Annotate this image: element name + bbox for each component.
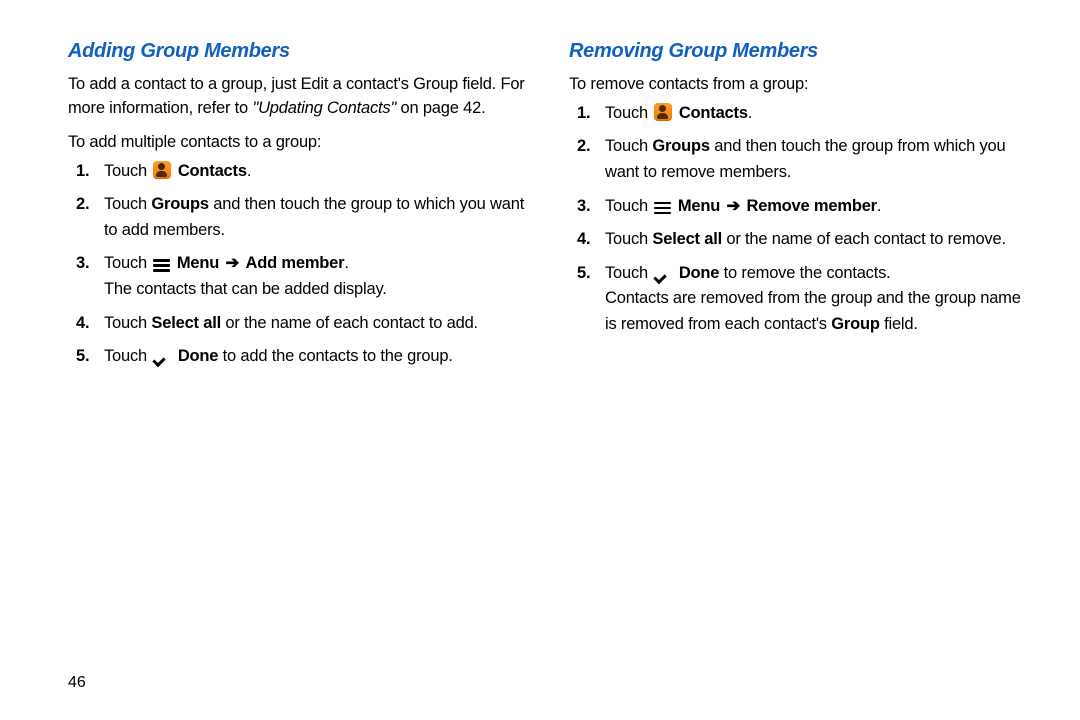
- left-column: Adding Group Members To add a contact to…: [68, 40, 529, 690]
- intro-paragraph: To remove contacts from a group:: [569, 73, 1030, 97]
- contacts-icon: [654, 103, 672, 121]
- step-pre: Touch: [605, 197, 652, 215]
- step-item: 4. Touch Select all or the name of each …: [569, 227, 1030, 253]
- step-number: 5.: [569, 261, 605, 287]
- check-icon: [153, 351, 171, 365]
- step-text: Touch Groups and then touch the group to…: [104, 192, 529, 243]
- intro-paragraph: To add a contact to a group, just Edit a…: [68, 73, 529, 121]
- step-item: 5. Touch Done to remove the contacts. Co…: [569, 261, 1030, 338]
- step-bold: Done: [679, 264, 719, 282]
- manual-page: Adding Group Members To add a contact to…: [0, 0, 1080, 720]
- step-text: Touch Done to remove the contacts. Conta…: [605, 261, 1030, 338]
- section-heading-adding: Adding Group Members: [68, 40, 529, 63]
- step-item: 1. Touch Contacts.: [68, 159, 529, 185]
- steps-list-removing: 1. Touch Contacts. 2. Touch Groups and t…: [569, 101, 1030, 338]
- step-text: Touch Done to add the contacts to the gr…: [104, 344, 529, 370]
- step-text: Touch Menu ➔ Add member. The contacts th…: [104, 251, 529, 302]
- intro-text-b: on page 42.: [396, 99, 485, 117]
- right-column: Removing Group Members To remove contact…: [569, 40, 1030, 690]
- step-bold: Select all: [151, 314, 221, 332]
- step-item: 3. Touch Menu ➔ Remove member.: [569, 194, 1030, 220]
- step-number: 2.: [68, 192, 104, 218]
- step-tail: field.: [880, 315, 918, 333]
- step-number: 2.: [569, 134, 605, 160]
- step-bold: Done: [178, 347, 218, 365]
- step-pre: Touch: [104, 254, 151, 272]
- step-bold: Groups: [151, 195, 208, 213]
- cross-reference: "Updating Contacts": [252, 99, 396, 117]
- step-item: 5. Touch Done to add the contacts to the…: [68, 344, 529, 370]
- steps-list-adding: 1. Touch Contacts. 2. Touch Groups and t…: [68, 159, 529, 370]
- step-number: 1.: [68, 159, 104, 185]
- step-tail-bold: Group: [831, 315, 880, 333]
- step-post: .: [247, 162, 251, 180]
- step-pre: Touch: [605, 264, 652, 282]
- step-bold: Select all: [652, 230, 722, 248]
- step-pre: Touch: [104, 195, 151, 213]
- step-pre: Touch: [104, 162, 151, 180]
- contacts-icon: [153, 161, 171, 179]
- step-pre: Touch: [605, 104, 652, 122]
- menu-icon: [153, 259, 170, 272]
- step-post: to add the contacts to the group.: [218, 347, 452, 365]
- step-post: to remove the contacts.: [719, 264, 890, 282]
- step-bold: Contacts: [178, 162, 247, 180]
- page-number: 46: [68, 674, 86, 692]
- step-item: 3. Touch Menu ➔ Add member. The contacts…: [68, 251, 529, 302]
- step-pre: Touch: [104, 314, 151, 332]
- intro-paragraph-2: To add multiple contacts to a group:: [68, 131, 529, 155]
- step-tail: Contacts are removed from the group and …: [605, 289, 1021, 333]
- step-item: 1. Touch Contacts.: [569, 101, 1030, 127]
- arrow-icon: ➔: [223, 254, 241, 272]
- step-post: .: [748, 104, 752, 122]
- step-pre: Touch: [104, 347, 151, 365]
- step-number: 4.: [569, 227, 605, 253]
- step-text: Touch Contacts.: [605, 101, 1030, 127]
- step-tail: The contacts that can be added display.: [104, 280, 387, 298]
- step-number: 3.: [68, 251, 104, 277]
- step-number: 4.: [68, 311, 104, 337]
- step-item: 2. Touch Groups and then touch the group…: [68, 192, 529, 243]
- section-heading-removing: Removing Group Members: [569, 40, 1030, 63]
- step-item: 2. Touch Groups and then touch the group…: [569, 134, 1030, 185]
- step-bold: Add member: [246, 254, 345, 272]
- step-post: or the name of each contact to add.: [221, 314, 478, 332]
- step-number: 5.: [68, 344, 104, 370]
- step-bold: Menu: [177, 254, 219, 272]
- check-icon: [654, 268, 672, 282]
- step-bold: Remove member: [747, 197, 877, 215]
- arrow-icon: ➔: [724, 197, 742, 215]
- menu-icon: [654, 202, 671, 215]
- step-number: 1.: [569, 101, 605, 127]
- step-post: .: [344, 254, 348, 272]
- step-pre: Touch: [605, 230, 652, 248]
- step-item: 4. Touch Select all or the name of each …: [68, 311, 529, 337]
- step-text: Touch Contacts.: [104, 159, 529, 185]
- step-bold: Menu: [678, 197, 720, 215]
- step-pre: Touch: [605, 137, 652, 155]
- step-text: Touch Select all or the name of each con…: [104, 311, 529, 337]
- step-bold: Groups: [652, 137, 709, 155]
- step-text: Touch Menu ➔ Remove member.: [605, 194, 1030, 220]
- step-post: or the name of each contact to remove.: [722, 230, 1006, 248]
- step-text: Touch Select all or the name of each con…: [605, 227, 1030, 253]
- step-post: .: [877, 197, 881, 215]
- step-text: Touch Groups and then touch the group fr…: [605, 134, 1030, 185]
- step-bold: Contacts: [679, 104, 748, 122]
- step-number: 3.: [569, 194, 605, 220]
